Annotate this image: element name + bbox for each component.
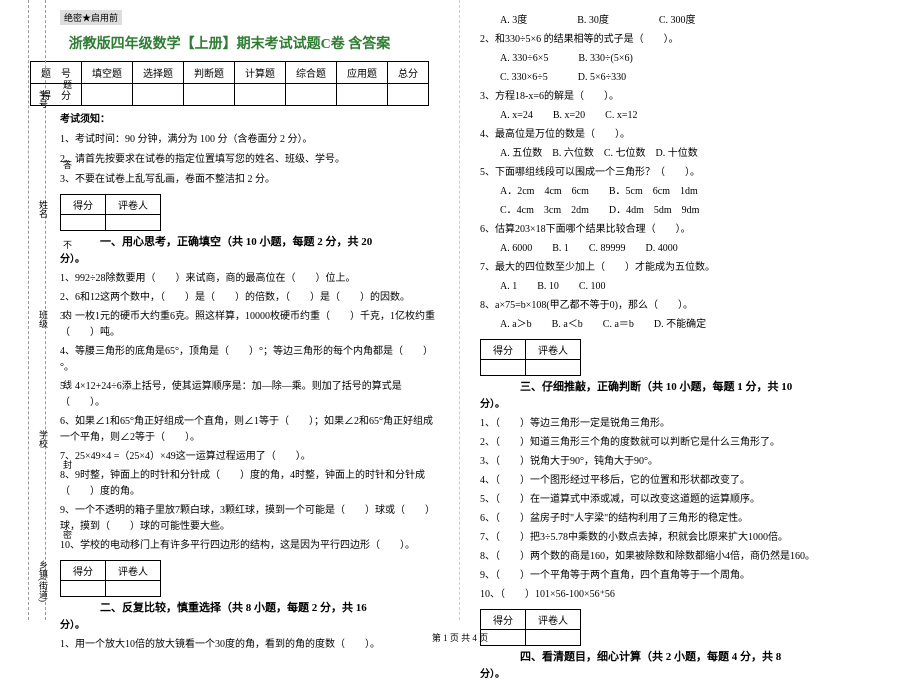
q1-9: 9、一个不透明的箱子里放7颗白球，3颗红球，摸到一个可能是（ ）球或（ ）球，摸…	[60, 503, 439, 535]
mini-c1: 得分	[61, 561, 106, 581]
section-1-suffix: 分）。	[60, 252, 439, 268]
col-app: 应用题	[337, 62, 388, 84]
section-4-title: 四、看清题目，细心计算（共 2 小题，每题 4 分，共 8	[520, 651, 781, 663]
bind-class: 班级	[37, 310, 50, 328]
cell	[286, 84, 337, 106]
q2-1-opt: A. 3度 B. 30度 C. 300度	[500, 13, 900, 29]
q3-3: 3、（ ）锐角大于90°，钝角大于90°。	[480, 454, 900, 470]
q3-1: 1、（ ）等边三角形一定是锐角三角形。	[480, 416, 900, 432]
bind-name: 姓名	[37, 200, 50, 218]
cell	[337, 84, 388, 106]
q2-5: 5、下面哪组线段可以围成一个三角形？（ ）。	[480, 165, 900, 181]
q1-10: 10、学校的电动移门上有许多平行四边形的结构，这是因为平行四边形（ ）。	[60, 538, 439, 554]
notice-1: 1、考试时间：90 分钟，满分为 100 分（含卷面分 2 分）。	[60, 132, 439, 148]
mini-c1: 得分	[481, 610, 526, 630]
q3-9: 9、（ ）一个平角等于两个直角，四个直角等于一个周角。	[480, 568, 900, 584]
section-3-title: 三、仔细推敲，正确判断（共 10 小题，每题 1 分，共 10	[520, 381, 792, 393]
mini-c1: 得分	[61, 195, 106, 215]
q1-3: 3、一枚1元的硬币大约重6克。照这样算，10000枚硬币约重（ ）千克，1亿枚约…	[60, 309, 439, 341]
q1-8: 8、9时整，钟面上的时针和分针成（ ）度的角，4时整，钟面上的时针和分针成（ ）…	[60, 468, 439, 500]
q2-3-opt: A. x=24 B. x=20 C. x=12	[500, 108, 900, 124]
notice-head: 考试须知：	[60, 112, 439, 128]
q3-8: 8、（ ）两个数的商是160，如果被除数和除数都缩小4倍，商仍然是160。	[480, 549, 900, 565]
q2-2-ob: C. 330×6÷5 D. 5×6÷330	[500, 70, 900, 86]
bind-township: 乡镇(街道)	[37, 560, 50, 602]
cell	[526, 360, 581, 376]
q2-8-opt: A. a＞b B. a＜b C. a＝b D. 不能确定	[500, 317, 900, 333]
mini-score-table-1: 得分评卷人	[60, 194, 161, 231]
cell	[235, 84, 286, 106]
q2-2: 2、和330÷5×6 的结果相等的式子是（ ）。	[480, 32, 900, 48]
section-3-suffix: 分）。	[480, 397, 900, 413]
bind-id: 学号	[37, 90, 50, 108]
cell	[61, 581, 106, 597]
col-calc: 计算题	[235, 62, 286, 84]
q1-4: 4、等腰三角形的底角是65°，顶角是（ ）°；等边三角形的每个内角都是（ ）°。	[60, 344, 439, 376]
section-2-title: 二、反复比较，慎重选择（共 8 小题，每题 2 分，共 16	[100, 602, 367, 614]
q2-2-oa: A. 330÷6×5 B. 330÷(5×6)	[500, 51, 900, 67]
section-4-suffix: 分）。	[480, 667, 900, 683]
q2-7-opt: A. 1 B. 10 C. 100	[500, 279, 900, 295]
q1-2: 2、6和12这两个数中，（ ）是（ ）的倍数，（ ）是（ ）的因数。	[60, 290, 439, 306]
cell	[184, 84, 235, 106]
cell	[133, 84, 184, 106]
cell	[106, 581, 161, 597]
bind-m2: 封	[61, 460, 74, 469]
bind-m6: 答	[61, 160, 74, 169]
q1-1: 1、992÷28除数要用（ ）来试商，商的最高位在（ ）位上。	[60, 271, 439, 287]
q3-10: 10、（ ）101×56-100×56⁺56	[480, 587, 900, 603]
q2-5-oa: A．2cm 4cm 6cm B．5cm 6cm 1dm	[500, 184, 900, 200]
mini-c2: 评卷人	[106, 195, 161, 215]
mini-score-table-3: 得分评卷人	[480, 339, 581, 376]
q1-6: 6、如果∠1和65°角正好组成一个直角，则∠1等于（ ）；如果∠2和65°角正好…	[60, 414, 439, 446]
notice-3: 3、不要在试卷上乱写乱画，卷面不整洁扣 2 分。	[60, 172, 439, 188]
q2-8: 8、a×75=b×108(甲乙都不等于0)，那么（ ）。	[480, 298, 900, 314]
cell	[388, 84, 429, 106]
section-1-title: 一、用心思考，正确填空（共 10 小题，每题 2 分，共 20	[100, 236, 372, 248]
q2-4-opt: A. 五位数 B. 六位数 C. 七位数 D. 十位数	[500, 146, 900, 162]
mini-c1: 得分	[481, 340, 526, 360]
q3-2: 2、（ ）知道三角形三个角的度数就可以判断它是什么三角形了。	[480, 435, 900, 451]
q2-6: 6、估算203×18下面哪个结果比较合理（ ）。	[480, 222, 900, 238]
score-table: 题 号 填空题 选择题 判断题 计算题 综合题 应用题 总分 得 分	[30, 61, 429, 106]
col-choice: 选择题	[133, 62, 184, 84]
bind-m7: 题	[61, 80, 74, 89]
q1-7: 7、25×49×4 =（25×4）×49这一运算过程运用了（ ）。	[60, 449, 439, 465]
q2-6-opt: A. 6000 B. 1 C. 89999 D. 4000	[500, 241, 900, 257]
cell	[481, 360, 526, 376]
mini-score-table-2: 得分评卷人	[60, 560, 161, 597]
q3-7: 7、（ ）把3÷5.78中乘数的小数点去掉，积就会比原来扩大1000倍。	[480, 530, 900, 546]
col-comp: 综合题	[286, 62, 337, 84]
q3-6: 6、（ ）盆房子时"人字梁"的结构利用了三角形的稳定性。	[480, 511, 900, 527]
q1-5: 5、4×12+24÷6添上括号，使其运算顺序是：加—除—乘。则加了括号的算式是（…	[60, 379, 439, 411]
mini-c2: 评卷人	[106, 561, 161, 581]
col-total: 总分	[388, 62, 429, 84]
secret-label: 绝密★启用前	[60, 10, 122, 25]
exam-title: 浙教版四年级数学【上册】期末考试试题C卷 含答案	[20, 33, 439, 53]
page-footer: 第 1 页 共 4 页	[0, 631, 920, 644]
q3-4: 4、（ ）一个图形经过平移后，它的位置和形状都改变了。	[480, 473, 900, 489]
bind-m3: 线	[61, 380, 74, 389]
q2-5-ob: C．4cm 3cm 2dm D．4dm 5dm 9dm	[500, 203, 900, 219]
mini-c2: 评卷人	[526, 340, 581, 360]
bind-m5: 不	[61, 240, 74, 249]
bind-m1: 密	[61, 530, 74, 539]
col-fill: 填空题	[82, 62, 133, 84]
cell	[61, 215, 106, 231]
q2-4: 4、最高位是万位的数是（ ）。	[480, 127, 900, 143]
q2-7: 7、最大的四位数至少加上（ ）才能成为五位数。	[480, 260, 900, 276]
notice-2: 2、请首先按要求在试卷的指定位置填写您的姓名、班级、学号。	[60, 152, 439, 168]
col-judge: 判断题	[184, 62, 235, 84]
q3-5: 5、（ ）在一道算式中添或减，可以改变这道题的运算顺序。	[480, 492, 900, 508]
q2-3: 3、方程18-x=6的解是（ ）。	[480, 89, 900, 105]
cell	[82, 84, 133, 106]
bind-school: 学校	[37, 430, 50, 448]
cell	[106, 215, 161, 231]
bind-m4: 内	[61, 310, 74, 319]
mini-c2: 评卷人	[526, 610, 581, 630]
